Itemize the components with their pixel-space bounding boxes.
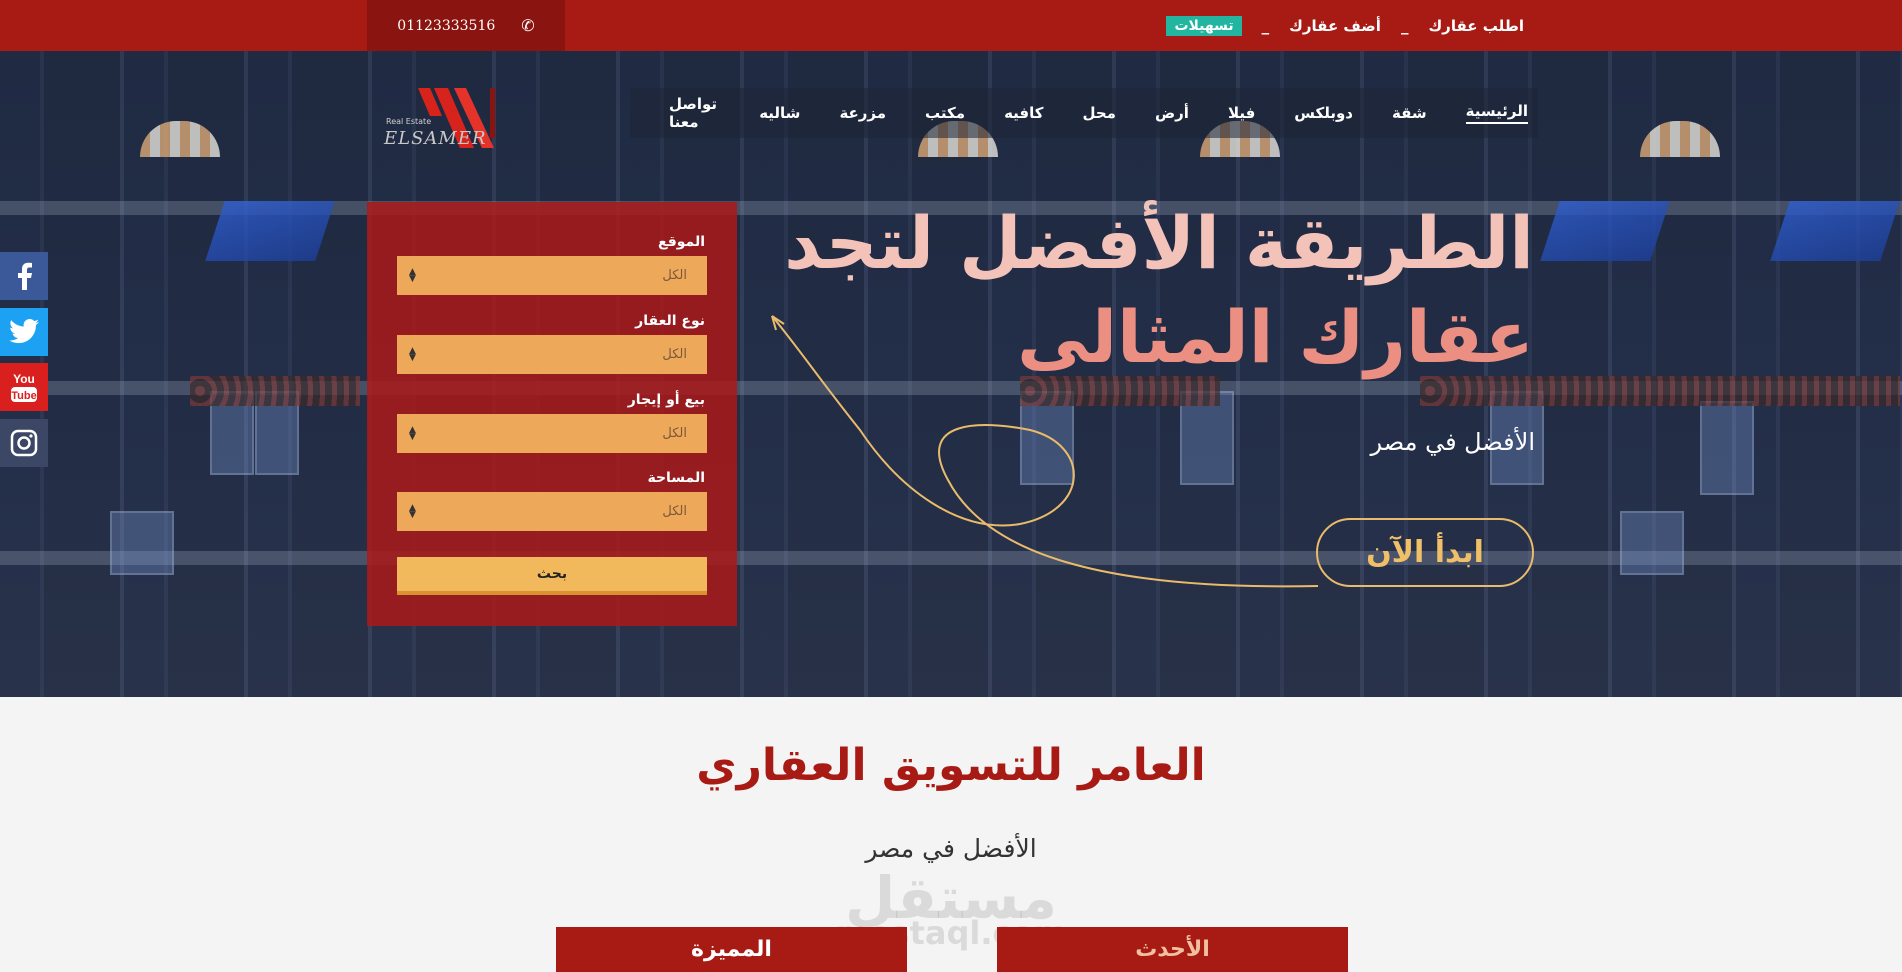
umbrella (140, 121, 220, 157)
watermark-url: mostaql.com (835, 914, 1067, 952)
add-property-link[interactable]: أضف عقارك (1289, 17, 1381, 35)
hero-headline: الطريقة الأفضل لتجد عقارك المثالى (784, 196, 1534, 384)
building-floor (0, 551, 1902, 565)
window (1620, 511, 1684, 575)
property-type-value: الكل (662, 347, 687, 362)
nav-item-contact[interactable]: تواصل معنا (669, 95, 720, 131)
start-now-button[interactable]: ابدأ الآن (1316, 518, 1534, 587)
nav-item-apartment[interactable]: شقة (1392, 104, 1427, 122)
tab-featured[interactable]: المميزة (556, 927, 907, 972)
separator: _ (1400, 16, 1409, 35)
nav-item-cafe[interactable]: كافيه (1004, 104, 1043, 122)
request-property-link[interactable]: اطلب عقارك (1428, 17, 1524, 35)
area-label: المساحة (647, 470, 705, 486)
youtube-button[interactable]: You Tube (0, 363, 48, 411)
area-value: الكل (662, 504, 687, 519)
hero-subtitle: الأفضل في مصر (1370, 428, 1535, 456)
location-label: الموقع (658, 234, 705, 250)
svg-text:You: You (13, 372, 35, 386)
select-arrows-icon: ▲ ▼ (409, 424, 416, 442)
phone-number: 01123333516 (397, 17, 496, 34)
hero-headline-line1: الطريقة الأفضل لتجد (784, 201, 1534, 285)
nav-item-duplex[interactable]: دوبلكس (1294, 104, 1353, 122)
svg-text:Tube: Tube (11, 390, 36, 402)
main-nav: الرئيسية شقة دوبلكس فيلا أرض محل كافيه م… (630, 88, 1538, 138)
area-select[interactable]: ▲ ▼ الكل (397, 492, 707, 531)
search-button[interactable]: بحث (397, 557, 707, 595)
logo-text: ELSAMER (384, 128, 487, 149)
logo-subtitle: Real Estate (386, 117, 432, 126)
search-panel: الموقع ▲ ▼ الكل نوع العقار ▲ ▼ الكل بيع أو… (367, 202, 737, 626)
tab-latest[interactable]: الأحدث (997, 927, 1348, 972)
plants (190, 376, 360, 406)
phone-box[interactable]: 01123333516 ✆ (367, 0, 565, 51)
awning (1770, 201, 1900, 261)
twitter-icon (9, 319, 39, 344)
window (110, 511, 174, 575)
section-subtitle: الأفضل في مصر (865, 834, 1037, 863)
awning (1540, 201, 1670, 261)
umbrella (1640, 121, 1720, 157)
nav-item-chalet[interactable]: شاليه (759, 104, 800, 122)
facebook-button[interactable] (0, 252, 48, 300)
awning (205, 201, 335, 261)
nav-item-villa[interactable]: فيلا (1228, 104, 1255, 122)
nav-item-farm[interactable]: مزرعة (839, 104, 886, 122)
location-value: الكل (662, 268, 687, 283)
youtube-icon: You Tube (11, 372, 37, 402)
property-type-label: نوع العقار (635, 313, 705, 329)
top-links: اطلب عقارك _ أضف عقارك _ تسهيلات (1166, 0, 1524, 51)
nav-item-shop[interactable]: محل (1082, 104, 1116, 122)
phone-icon: ✆ (521, 16, 535, 35)
section-title: العامر للتسويق العقاري (696, 740, 1206, 791)
property-type-select[interactable]: ▲ ▼ الكل (397, 335, 707, 374)
instagram-icon (10, 429, 38, 457)
nav-item-home[interactable]: الرئيسية (1465, 102, 1528, 124)
sale-rent-select[interactable]: ▲ ▼ الكل (397, 414, 707, 453)
select-arrows-icon: ▲ ▼ (409, 345, 416, 363)
facebook-icon (18, 262, 32, 290)
nav-item-office[interactable]: مكتب (925, 104, 965, 122)
select-arrows-icon: ▲ ▼ (409, 502, 416, 520)
top-bar: 01123333516 ✆ اطلب عقارك _ أضف عقارك _ ت… (0, 0, 1902, 51)
sale-rent-value: الكل (662, 426, 687, 441)
facilities-badge[interactable]: تسهيلات (1166, 15, 1242, 36)
select-arrows-icon: ▲ ▼ (409, 266, 416, 284)
twitter-button[interactable] (0, 308, 48, 356)
nav-item-land[interactable]: أرض (1155, 104, 1189, 122)
instagram-button[interactable] (0, 419, 48, 467)
separator: _ (1261, 16, 1270, 35)
window (1700, 401, 1754, 495)
hero-headline-line2: عقارك المثالى (1017, 295, 1534, 379)
location-select[interactable]: ▲ ▼ الكل (397, 256, 707, 295)
sale-rent-label: بيع أو إيجار (627, 392, 705, 408)
